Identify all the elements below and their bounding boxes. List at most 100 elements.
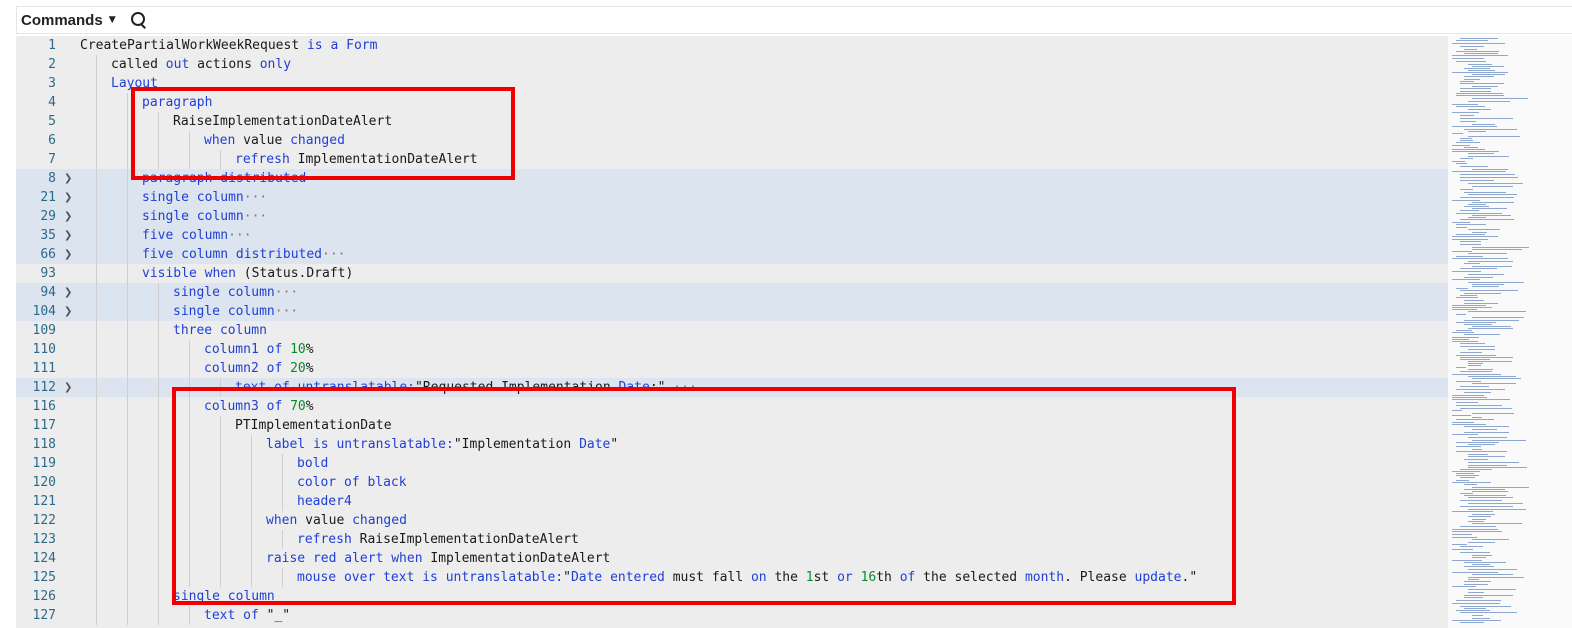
code-token: ." bbox=[1181, 570, 1198, 585]
chevron-right-icon[interactable]: ❯ bbox=[64, 378, 76, 397]
minimap-line bbox=[1460, 408, 1512, 409]
minimap-line bbox=[1468, 577, 1524, 578]
code-line[interactable]: 2 called out actions only bbox=[16, 55, 1448, 74]
code-line[interactable]: 35 ❯ five column··· bbox=[16, 226, 1448, 245]
fold-ellipsis[interactable]: ··· bbox=[322, 247, 345, 262]
fold-ellipsis[interactable]: ··· bbox=[244, 190, 267, 205]
code-line[interactable]: 93 visible when (Status.Draft) bbox=[16, 264, 1448, 283]
line-number: 118 bbox=[32, 437, 56, 452]
commands-menu-button[interactable]: Commands bbox=[21, 12, 103, 29]
minimap-line bbox=[1464, 595, 1513, 596]
indent-guide bbox=[127, 549, 128, 568]
indent-guide bbox=[220, 416, 221, 435]
code-token: RaiseImplementationDateAlert bbox=[173, 114, 393, 129]
indent-guide bbox=[96, 435, 97, 454]
minimap-line bbox=[1452, 200, 1480, 201]
minimap-line bbox=[1468, 579, 1479, 580]
code-token: paragraph bbox=[142, 95, 213, 110]
code-line[interactable]: 123 refresh RaiseImplementationDateAlert bbox=[16, 530, 1448, 549]
indent-guide bbox=[251, 549, 252, 568]
code-line[interactable]: 94 ❯ single column··· bbox=[16, 283, 1448, 302]
code-line[interactable]: 126 single column bbox=[16, 587, 1448, 606]
code-line[interactable]: 111 column2 of 20% bbox=[16, 359, 1448, 378]
chevron-right-icon[interactable]: ❯ bbox=[64, 188, 76, 207]
code-line[interactable]: 1 CreatePartialWorkWeekRequest is a Form bbox=[16, 36, 1448, 55]
code-line[interactable]: 8 ❯ paragraph distributed bbox=[16, 169, 1448, 188]
indent-guide bbox=[251, 492, 252, 511]
line-number: 7 bbox=[48, 152, 56, 167]
minimap-line bbox=[1468, 462, 1519, 463]
minimap-line bbox=[1456, 322, 1496, 323]
chevron-right-icon[interactable]: ❯ bbox=[64, 169, 76, 188]
minimap-line bbox=[1460, 500, 1502, 501]
code-token: entered bbox=[610, 570, 665, 585]
code-line[interactable]: 117 PTImplementationDate bbox=[16, 416, 1448, 435]
fold-ellipsis[interactable]: ··· bbox=[228, 228, 251, 243]
indent-guide bbox=[96, 587, 97, 606]
line-number: 4 bbox=[48, 95, 56, 110]
code-line[interactable]: 4 paragraph bbox=[16, 93, 1448, 112]
minimap-line bbox=[1472, 539, 1509, 540]
code-line[interactable]: 124 raise red alert when ImplementationDa… bbox=[16, 549, 1448, 568]
code-line[interactable]: 112 ❯ text of untranslatable:"Requested Im… bbox=[16, 378, 1448, 397]
code-line[interactable]: 119 bold bbox=[16, 454, 1448, 473]
fold-ellipsis[interactable]: ··· bbox=[275, 285, 298, 300]
minimap-line bbox=[1452, 161, 1465, 162]
code-line[interactable]: 116 column3 of 70% bbox=[16, 397, 1448, 416]
code-line[interactable]: 3 Layout bbox=[16, 74, 1448, 93]
minimap-line bbox=[1456, 213, 1502, 214]
code-line[interactable]: 66 ❯ five column distributed··· bbox=[16, 245, 1448, 264]
indent-guide bbox=[127, 511, 128, 530]
minimap-line bbox=[1472, 449, 1482, 450]
code-line[interactable]: 29 ❯ single column··· bbox=[16, 207, 1448, 226]
code-line[interactable]: 118 label is untranslatable:"Implementati… bbox=[16, 435, 1448, 454]
code-line[interactable]: 122 when value changed bbox=[16, 511, 1448, 530]
minimap-line bbox=[1472, 98, 1528, 99]
code-line[interactable]: 110 column1 of 10% bbox=[16, 340, 1448, 359]
code-line[interactable]: 125 mouse over text is untranslatable:"Da… bbox=[16, 568, 1448, 587]
code-line[interactable]: 5 RaiseImplementationDateAlert bbox=[16, 112, 1448, 131]
chevron-right-icon[interactable]: ❯ bbox=[64, 283, 76, 302]
indent-guide bbox=[189, 435, 190, 454]
code-token: three column bbox=[173, 323, 267, 338]
minimap-line bbox=[1460, 506, 1513, 507]
minimap-line bbox=[1460, 174, 1515, 175]
code-line[interactable]: 6 when value changed bbox=[16, 131, 1448, 150]
code-line[interactable]: 121 header4 bbox=[16, 492, 1448, 511]
code-line[interactable]: 21 ❯ single column··· bbox=[16, 188, 1448, 207]
chevron-right-icon[interactable]: ❯ bbox=[64, 207, 76, 226]
search-icon[interactable] bbox=[130, 11, 148, 29]
code-line[interactable]: 7 refresh ImplementationDateAlert bbox=[16, 150, 1448, 169]
minimap-line bbox=[1452, 549, 1473, 550]
indent-guide bbox=[96, 454, 97, 473]
code-token: CreatePartialWorkWeekRequest bbox=[80, 38, 307, 53]
code-line[interactable]: 127 text of "_" bbox=[16, 606, 1448, 625]
fold-ellipsis[interactable]: ··· bbox=[275, 304, 298, 319]
code-token: % bbox=[305, 361, 314, 376]
chevron-right-icon[interactable]: ❯ bbox=[64, 245, 76, 264]
code-token: actions bbox=[189, 57, 260, 72]
minimap-line bbox=[1464, 79, 1480, 80]
chevron-right-icon[interactable]: ❯ bbox=[64, 302, 76, 321]
indent-guide bbox=[158, 473, 159, 492]
indent-guide bbox=[127, 492, 128, 511]
code-line[interactable]: 120 color of black bbox=[16, 473, 1448, 492]
fold-ellipsis[interactable]: ··· bbox=[244, 209, 267, 224]
indent-guide bbox=[96, 283, 97, 302]
minimap-line bbox=[1452, 410, 1462, 411]
minimap-line bbox=[1452, 620, 1501, 621]
indent-guide bbox=[282, 568, 283, 587]
minimap-line bbox=[1452, 544, 1467, 545]
code-text: RaiseImplementationDateAlert bbox=[173, 112, 392, 131]
minimap-line bbox=[1472, 86, 1498, 87]
code-editor[interactable]: 1 CreatePartialWorkWeekRequest is a Form 2… bbox=[16, 36, 1448, 628]
code-minimap[interactable] bbox=[1448, 36, 1572, 628]
indent-guide bbox=[282, 454, 283, 473]
chevron-right-icon[interactable]: ❯ bbox=[64, 226, 76, 245]
minimap-line bbox=[1464, 147, 1478, 148]
code-line[interactable]: 104 ❯ single column··· bbox=[16, 302, 1448, 321]
minimap-line bbox=[1468, 153, 1494, 154]
caret-down-icon[interactable]: ▼ bbox=[109, 15, 116, 25]
fold-ellipsis[interactable]: ··· bbox=[665, 380, 697, 395]
code-line[interactable]: 109 three column bbox=[16, 321, 1448, 340]
